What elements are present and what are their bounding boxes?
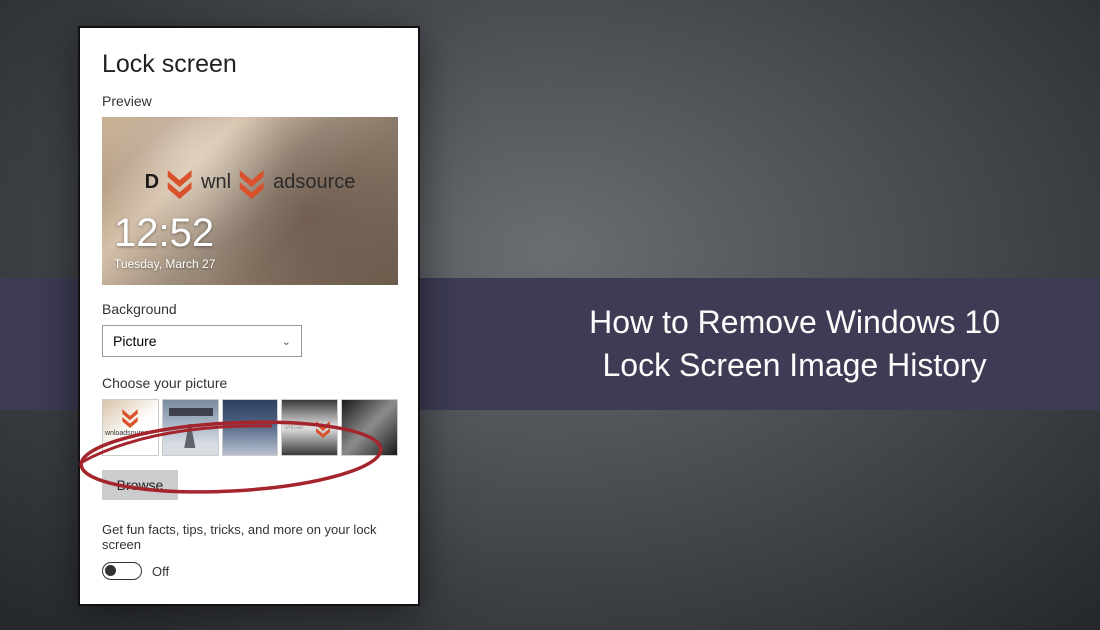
logo-suffix: adsource — [273, 171, 355, 194]
chevron-down-icon: ⌄ — [282, 335, 291, 348]
chevron-down-icon — [235, 165, 269, 199]
thumb-caption — [169, 408, 213, 416]
preview-label: Preview — [102, 93, 398, 109]
chevron-down-icon — [117, 406, 143, 428]
page-title: Lock screen — [102, 50, 398, 79]
picture-thumb[interactable] — [162, 399, 219, 456]
logo-prefix: D — [145, 171, 159, 194]
fun-facts-toggle-row: Off — [102, 562, 398, 580]
fun-facts-toggle[interactable] — [102, 562, 142, 580]
thumb-caption: wnload — [284, 425, 303, 431]
title-line-2: Lock Screen Image History — [603, 347, 987, 383]
picture-thumb[interactable] — [341, 399, 398, 456]
wallpaper-logo: D wnl adsource — [145, 165, 356, 199]
thumb-caption: wnloadsource — [105, 430, 148, 437]
preview-date: Tuesday, March 27 — [114, 257, 215, 271]
browse-button[interactable]: Browse — [102, 470, 178, 500]
toggle-state-label: Off — [152, 564, 169, 579]
choose-picture-label: Choose your picture — [102, 375, 398, 391]
picture-thumb[interactable] — [222, 399, 279, 456]
chevron-down-icon — [313, 418, 333, 438]
thumb-figure — [183, 424, 197, 448]
picture-history-row: wnloadsource wnload — [102, 399, 398, 456]
fun-facts-label: Get fun facts, tips, tricks, and more on… — [102, 522, 398, 552]
background-label: Background — [102, 301, 398, 317]
lockscreen-preview: D wnl adsource 12:52 Tuesday, March 27 — [102, 117, 398, 285]
select-value: Picture — [113, 333, 157, 349]
background-select[interactable]: Picture ⌄ — [102, 325, 302, 357]
title-line-1: How to Remove Windows 10 — [589, 304, 1000, 340]
chevron-down-icon — [163, 165, 197, 199]
picture-thumb[interactable]: wnload — [281, 399, 338, 456]
lock-screen-settings-panel: Lock screen Preview D wnl adsource 12:52… — [78, 26, 420, 606]
picture-thumb[interactable]: wnloadsource — [102, 399, 159, 456]
logo-mid: wnl — [201, 171, 231, 194]
banner-title: How to Remove Windows 10 Lock Screen Ima… — [589, 301, 1000, 387]
toggle-knob — [105, 565, 116, 576]
preview-clock: 12:52 — [114, 213, 214, 253]
